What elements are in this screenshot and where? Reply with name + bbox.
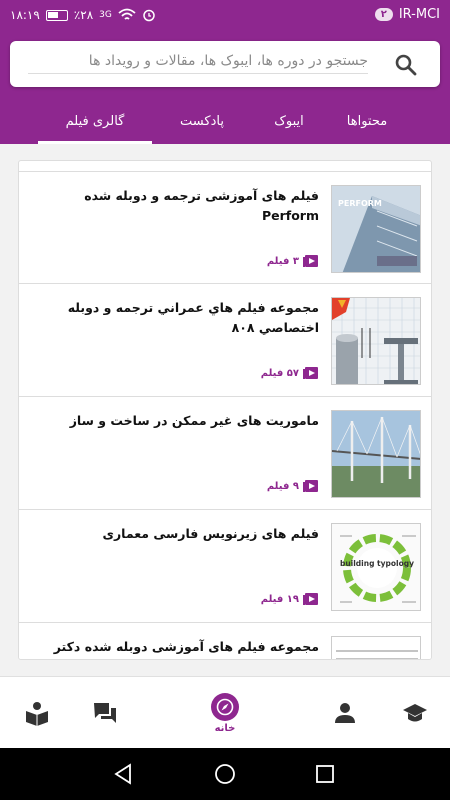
thumbnail-bridge <box>331 410 421 498</box>
video-count-label: ۹ فیلم <box>266 480 299 492</box>
video-count: ۹ فیلم <box>267 479 319 493</box>
search-input[interactable]: جستجو در دوره ها، ایبوک ها، مقالات و روی… <box>28 53 368 74</box>
video-gallery-list[interactable]: PERFORM فیلم های آموزشی ترجمه و دوبله شد… <box>18 160 432 660</box>
play-icon <box>303 255 318 267</box>
search-icon[interactable] <box>394 53 418 77</box>
typology-text: building typology <box>340 559 414 568</box>
thumbnail-typology: building typology <box>331 523 421 611</box>
person-icon <box>335 703 355 723</box>
list-item[interactable]: building typology فیلم های زیرنویس فارسی… <box>19 510 431 623</box>
video-count-label: ۵۷ فیلم <box>260 367 299 379</box>
card-title: مجموعه فیلم هاي عمراني ترجمه و دوبله اخت… <box>67 300 319 335</box>
tab-video-gallery[interactable]: گالری فیلم <box>38 106 152 144</box>
graduation-cap-icon <box>403 704 427 722</box>
bridge-image <box>332 411 420 497</box>
perform-logo-text: PERFORM <box>338 199 382 208</box>
video-count: ۳ فیلم <box>267 254 319 268</box>
nav-library[interactable] <box>12 677 62 749</box>
carrier: IR-MCI <box>398 7 440 22</box>
structure-diagram-image <box>332 637 420 659</box>
video-count: ۱۹ فیلم <box>261 592 319 606</box>
card-title: فیلم های زیرنویس فارسی معماری <box>102 526 319 541</box>
bottom-navigation: خانه <box>0 676 450 748</box>
header: جستجو در دوره ها، ایبوک ها، مقالات و روی… <box>0 32 450 144</box>
status-right: ۲ IR-MCI <box>374 7 440 22</box>
typology-image: building typology <box>332 524 420 610</box>
forum-icon <box>94 703 116 723</box>
tab-bar: محتواها ایبوک پادکست گالری فیلم <box>0 106 450 144</box>
play-icon <box>303 480 318 492</box>
list-item[interactable]: ماموریت های غیر ممکن در ساخت و ساز ۹ فیل… <box>19 397 431 510</box>
video-count: ۵۷ فیلم <box>261 366 319 380</box>
nav-home[interactable]: خانه <box>198 677 252 749</box>
nav-courses[interactable] <box>390 677 440 749</box>
network-type: 3G <box>99 10 112 20</box>
system-navigation-bar <box>0 748 450 800</box>
building-image: PERFORM <box>332 186 420 272</box>
list-item[interactable]: PERFORM فیلم های آموزشی ترجمه و دوبله شد… <box>19 171 431 284</box>
tab-podcast[interactable]: پادکست <box>152 106 252 144</box>
play-icon <box>303 593 318 605</box>
play-icon <box>303 367 318 379</box>
video-count-label: ۱۹ فیلم <box>260 593 299 605</box>
tab-ebook[interactable]: ایبوک <box>252 106 326 144</box>
recents-icon[interactable] <box>313 762 337 786</box>
clock: ۱۸:۱۹ <box>10 8 40 22</box>
battery-icon <box>45 9 68 21</box>
list-item[interactable]: مجموعه فیلم هاي عمراني ترجمه و دوبله اخت… <box>19 284 431 397</box>
status-bar: ۱۸:۱۹ ٪۲۸ 3G ۲ IR-MCI <box>0 0 450 32</box>
tab-contents[interactable]: محتواها <box>326 106 408 144</box>
video-count-label: ۳ فیلم <box>266 255 299 267</box>
thumbnail-steel <box>331 297 421 385</box>
thumbnail-perform: PERFORM <box>331 185 421 273</box>
search-bar[interactable]: جستجو در دوره ها، ایبوک ها، مقالات و روی… <box>10 41 440 87</box>
steel-beam-image <box>332 298 420 384</box>
card-title: ماموریت های غیر ممکن در ساخت و ساز <box>69 413 319 428</box>
card-title: مجموعه فیلم های آموزشی دوبله شده دکتر سا… <box>53 639 319 654</box>
status-left: ۱۸:۱۹ ٪۲۸ 3G <box>10 8 156 22</box>
compass-icon <box>211 692 239 721</box>
battery-percent: ٪۲۸ <box>73 8 94 22</box>
thumbnail-structure <box>331 636 421 659</box>
back-icon[interactable] <box>112 762 136 786</box>
nav-messages[interactable] <box>80 677 130 749</box>
sim-badge: ۲ <box>374 8 393 21</box>
home-circle-icon[interactable] <box>213 762 237 786</box>
nav-profile[interactable] <box>320 677 370 749</box>
nav-home-label: خانه <box>214 722 236 734</box>
list-item[interactable]: مجموعه فیلم های آموزشی دوبله شده دکتر سا… <box>19 623 431 659</box>
wifi-icon <box>118 8 136 20</box>
alarm-icon <box>143 9 155 22</box>
book-reader-icon <box>26 702 48 726</box>
card-title: فیلم های آموزشی ترجمه و دوبله شده Perfor… <box>84 188 319 223</box>
